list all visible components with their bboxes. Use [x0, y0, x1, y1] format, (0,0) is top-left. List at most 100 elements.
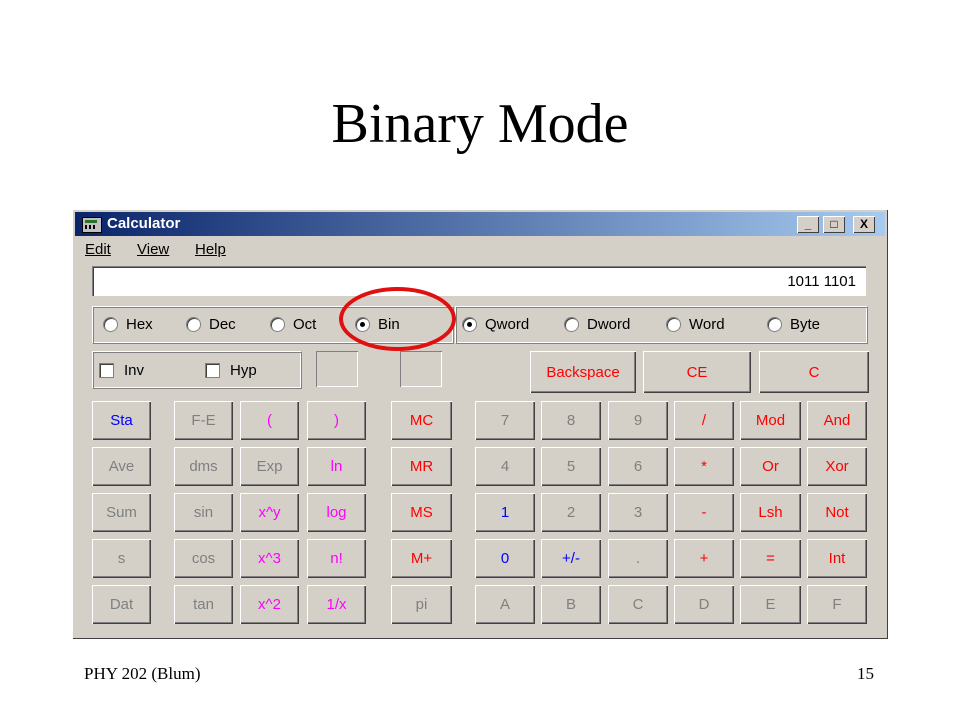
radio-dword-dot — [564, 317, 579, 332]
backspace-button[interactable]: Backspace — [530, 351, 636, 393]
exp-button[interactable]: Exp — [240, 447, 299, 486]
radio-word-dot — [666, 317, 681, 332]
maximize-button[interactable]: □ — [823, 216, 845, 233]
result-display[interactable]: 1011 1101 — [92, 266, 866, 296]
digit-7-button[interactable]: 7 — [475, 401, 535, 440]
digit-1-button[interactable]: 1 — [475, 493, 535, 532]
radio-dword[interactable]: Dword — [564, 316, 630, 333]
radio-qword-dot — [462, 317, 477, 332]
digit-8-button[interactable]: 8 — [541, 401, 601, 440]
menu-edit[interactable]: Edit — [85, 241, 111, 258]
close-button[interactable]: X — [853, 216, 875, 233]
radio-byte-label: Byte — [790, 316, 821, 333]
lsh-button[interactable]: Lsh — [740, 493, 801, 532]
parenthesis-indicator — [400, 351, 442, 387]
x-cubed-button[interactable]: x^3 — [240, 539, 299, 578]
radio-oct-dot — [270, 317, 285, 332]
radio-byte-dot — [767, 317, 782, 332]
checkbox-inv[interactable]: Inv — [99, 362, 144, 379]
word-size-group: Qword Dword Word Byte — [455, 306, 868, 344]
radio-qword-label: Qword — [485, 316, 530, 333]
open-paren-button[interactable]: ( — [240, 401, 299, 440]
highlight-circle — [339, 287, 456, 351]
dat-button[interactable]: Dat — [92, 585, 151, 624]
display-value: 1011 1101 — [787, 273, 856, 290]
s-button[interactable]: s — [92, 539, 151, 578]
sum-button[interactable]: Sum — [92, 493, 151, 532]
radio-hex-dot — [103, 317, 118, 332]
plus-minus-button[interactable]: +/- — [541, 539, 601, 578]
footer-course: PHY 202 (Blum) — [84, 664, 201, 683]
subtract-button[interactable]: - — [674, 493, 734, 532]
and-button[interactable]: And — [807, 401, 867, 440]
m-plus-button[interactable]: M+ — [391, 539, 452, 578]
or-button[interactable]: Or — [740, 447, 801, 486]
digit-2-button[interactable]: 2 — [541, 493, 601, 532]
x-pow-y-button[interactable]: x^y — [240, 493, 299, 532]
title-bar[interactable]: Calculator _ □ X — [75, 212, 885, 236]
digit-3-button[interactable]: 3 — [608, 493, 668, 532]
not-button[interactable]: Not — [807, 493, 867, 532]
divide-button[interactable]: / — [674, 401, 734, 440]
checkbox-inv-box — [99, 363, 114, 378]
decimal-button[interactable]: . — [608, 539, 668, 578]
digit-5-button[interactable]: 5 — [541, 447, 601, 486]
calculator-icon — [82, 217, 102, 233]
window-title: Calculator — [107, 215, 181, 232]
checkbox-hyp[interactable]: Hyp — [205, 362, 257, 379]
options-group: Inv Hyp — [92, 351, 302, 389]
digit-0-button[interactable]: 0 — [475, 539, 535, 578]
hex-f-button[interactable]: F — [807, 585, 867, 624]
multiply-button[interactable]: * — [674, 447, 734, 486]
radio-oct[interactable]: Oct — [270, 316, 316, 333]
checkbox-hyp-box — [205, 363, 220, 378]
menu-help-label: Help — [195, 241, 226, 258]
ave-button[interactable]: Ave — [92, 447, 151, 486]
fe-button[interactable]: F-E — [174, 401, 233, 440]
int-button[interactable]: Int — [807, 539, 867, 578]
ln-button[interactable]: ln — [307, 447, 366, 486]
ms-button[interactable]: MS — [391, 493, 452, 532]
close-paren-button[interactable]: ) — [307, 401, 366, 440]
cos-button[interactable]: cos — [174, 539, 233, 578]
sta-button[interactable]: Sta — [92, 401, 151, 440]
hex-a-button[interactable]: A — [475, 585, 535, 624]
mod-button[interactable]: Mod — [740, 401, 801, 440]
add-button[interactable]: + — [674, 539, 734, 578]
dms-button[interactable]: dms — [174, 447, 233, 486]
minimize-button[interactable]: _ — [797, 216, 819, 233]
digit-4-button[interactable]: 4 — [475, 447, 535, 486]
radio-dec[interactable]: Dec — [186, 316, 236, 333]
hex-b-button[interactable]: B — [541, 585, 601, 624]
factorial-button[interactable]: n! — [307, 539, 366, 578]
radio-qword[interactable]: Qword — [462, 316, 529, 333]
reciprocal-button[interactable]: 1/x — [307, 585, 366, 624]
xor-button[interactable]: Xor — [807, 447, 867, 486]
menu-view[interactable]: View — [137, 241, 169, 258]
hex-c-button[interactable]: C — [608, 585, 668, 624]
menu-edit-label: Edit — [85, 241, 111, 258]
hex-e-button[interactable]: E — [740, 585, 801, 624]
radio-hex[interactable]: Hex — [103, 316, 153, 333]
ce-button[interactable]: CE — [643, 351, 751, 393]
menu-help[interactable]: Help — [195, 241, 226, 258]
mc-button[interactable]: MC — [391, 401, 452, 440]
c-button[interactable]: C — [759, 351, 869, 393]
x-squared-button[interactable]: x^2 — [240, 585, 299, 624]
tan-button[interactable]: tan — [174, 585, 233, 624]
log-button[interactable]: log — [307, 493, 366, 532]
radio-dec-dot — [186, 317, 201, 332]
radio-byte[interactable]: Byte — [767, 316, 820, 333]
equals-button[interactable]: = — [740, 539, 801, 578]
mr-button[interactable]: MR — [391, 447, 452, 486]
menu-view-label: View — [137, 241, 170, 258]
slide-title: Binary Mode — [331, 93, 629, 155]
sin-button[interactable]: sin — [174, 493, 233, 532]
hex-d-button[interactable]: D — [674, 585, 734, 624]
radio-word[interactable]: Word — [666, 316, 725, 333]
digit-9-button[interactable]: 9 — [608, 401, 668, 440]
footer-page-number: 15 — [857, 664, 874, 683]
radio-hex-label: Hex — [126, 316, 153, 333]
pi-button[interactable]: pi — [391, 585, 452, 624]
digit-6-button[interactable]: 6 — [608, 447, 668, 486]
